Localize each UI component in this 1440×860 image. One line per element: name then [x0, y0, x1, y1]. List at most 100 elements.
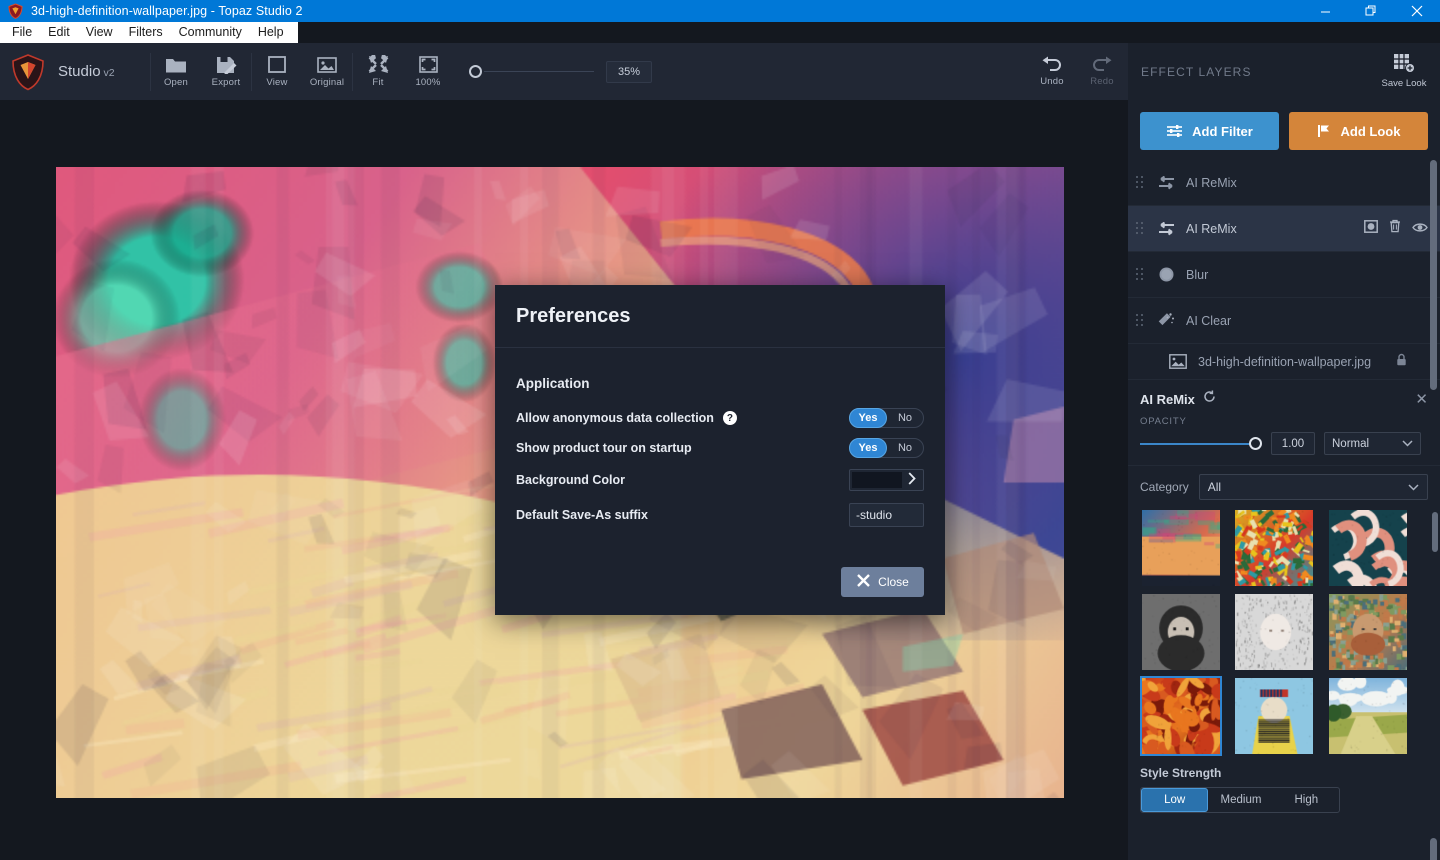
lock-icon[interactable]	[1396, 353, 1407, 371]
style-thumbnail-portrait-man-bw[interactable]	[1140, 592, 1222, 672]
pref-row-background-color: Background Color	[516, 463, 924, 497]
menu-item-edit[interactable]: Edit	[40, 22, 78, 43]
view-label: View	[266, 77, 287, 88]
opacity-control: OPACITY 1.00 Normal	[1128, 414, 1440, 465]
category-select[interactable]: All	[1199, 474, 1428, 500]
layer-name: AI ReMix	[1186, 222, 1237, 236]
style-thumbnail-portrait-woman-sketch[interactable]	[1233, 592, 1315, 672]
zoom-slider-handle[interactable]	[469, 65, 482, 78]
style-strength-low[interactable]: Low	[1141, 788, 1208, 812]
delete-icon[interactable]	[1389, 219, 1401, 238]
drag-handle-icon[interactable]	[1136, 176, 1144, 190]
zoom-value[interactable]: 35%	[606, 61, 652, 83]
toggle-no[interactable]: No	[887, 439, 923, 457]
preferences-section-heading: Application	[516, 376, 924, 391]
close-x-icon	[856, 573, 871, 591]
view-button[interactable]: View	[252, 43, 302, 100]
style-thumbnail-autumn-leaves[interactable]	[1140, 676, 1222, 756]
menu-item-file[interactable]: File	[4, 22, 40, 43]
blend-mode-select[interactable]: Normal	[1324, 432, 1421, 455]
layer-row-ai-remix-1[interactable]: AI ReMix	[1128, 160, 1440, 206]
opacity-label: OPACITY	[1140, 416, 1428, 427]
help-icon[interactable]: ?	[723, 411, 737, 425]
anonymous-data-toggle[interactable]: Yes No	[849, 408, 924, 428]
toggle-yes[interactable]: Yes	[849, 438, 887, 458]
add-filter-button[interactable]: Add Filter	[1140, 112, 1279, 150]
layer-row-blur[interactable]: Blur	[1128, 252, 1440, 298]
pref-label: Show product tour on startup	[516, 441, 692, 455]
opacity-slider[interactable]	[1140, 436, 1262, 452]
menu-item-view[interactable]: View	[78, 22, 121, 43]
brand-version: v2	[104, 67, 115, 79]
style-thumbnail-portrait-bearded-mosaic[interactable]	[1327, 592, 1409, 672]
panel-scrollbar-upper[interactable]	[1430, 160, 1437, 390]
minimize-icon[interactable]	[1302, 0, 1348, 22]
style-thumbnail-autumn-impasto[interactable]	[1233, 508, 1315, 588]
yes-no-toggle[interactable]: Yes No	[849, 438, 924, 458]
style-thumbnail-area	[1128, 508, 1440, 756]
layer-name: AI ReMix	[1186, 176, 1237, 190]
redo-button[interactable]: Redo	[1077, 43, 1127, 100]
mask-icon[interactable]	[1364, 220, 1378, 238]
style-thumbnail-sunset-sky[interactable]	[1140, 508, 1222, 588]
open-button[interactable]: Open	[151, 43, 201, 100]
opacity-slider-handle[interactable]	[1249, 437, 1262, 450]
visibility-eye-icon[interactable]	[1412, 220, 1428, 238]
style-strength-medium[interactable]: Medium	[1208, 788, 1273, 812]
fit-label: Fit	[372, 77, 383, 88]
effect-settings-header: AI ReMix ✕	[1128, 384, 1440, 414]
pref-label: Background Color	[516, 473, 625, 487]
fit-button[interactable]: Fit	[353, 43, 403, 100]
toggle-yes[interactable]: Yes	[849, 408, 887, 428]
menubar-items: File Edit View Filters Community Help	[0, 22, 298, 43]
panel-scrollbar-lower[interactable]	[1430, 838, 1437, 860]
pref-row-anonymous-data: Allow anonymous data collection ? Yes No	[516, 403, 924, 433]
layer-row-ai-remix-2[interactable]: AI ReMix	[1128, 206, 1440, 252]
zoom-slider-track[interactable]	[484, 71, 594, 72]
undo-button[interactable]: Undo	[1027, 43, 1077, 100]
menu-item-help[interactable]: Help	[250, 22, 292, 43]
save-look-grid-icon	[1392, 52, 1416, 75]
product-tour-toggle[interactable]: Yes No	[849, 438, 924, 458]
yes-no-toggle[interactable]: Yes No	[849, 408, 924, 428]
style-thumbnail-coral-tangle[interactable]	[1327, 508, 1409, 588]
source-image-row[interactable]: 3d-high-definition-wallpaper.jpg	[1128, 344, 1440, 380]
drag-handle-icon[interactable]	[1136, 314, 1144, 328]
save-look-button[interactable]: Save Look	[1376, 52, 1432, 89]
zoom-slider-group[interactable]: 35%	[453, 43, 652, 100]
original-label: Original	[310, 77, 344, 88]
remix-arrows-icon	[1152, 176, 1180, 190]
drag-handle-icon[interactable]	[1136, 222, 1144, 236]
save-suffix-control[interactable]: -studio	[849, 503, 924, 527]
thumbnail-scrollbar[interactable]	[1432, 512, 1438, 552]
export-button[interactable]: Export	[201, 43, 251, 100]
drag-handle-icon[interactable]	[1136, 268, 1144, 282]
chevron-right-icon[interactable]	[908, 472, 916, 488]
style-thumbnail-pop-art-figure[interactable]	[1233, 676, 1315, 756]
add-look-button[interactable]: Add Look	[1289, 112, 1428, 150]
original-button[interactable]: Original	[302, 43, 352, 100]
toggle-no[interactable]: No	[887, 409, 923, 427]
close-effect-panel-icon[interactable]: ✕	[1415, 390, 1428, 408]
style-thumbnail-country-road[interactable]	[1327, 676, 1409, 756]
opacity-value[interactable]: 1.00	[1271, 432, 1315, 455]
brand-name-text: Studio	[58, 63, 101, 80]
color-swatch[interactable]	[852, 472, 902, 488]
layer-row-ai-clear[interactable]: AI Clear	[1128, 298, 1440, 344]
reset-icon[interactable]	[1203, 390, 1216, 408]
style-strength-control: Style Strength Low Medium High	[1128, 756, 1440, 813]
color-picker[interactable]	[849, 469, 924, 491]
layer-name: AI Clear	[1186, 314, 1231, 328]
save-suffix-input[interactable]: -studio	[849, 503, 924, 527]
preferences-title: Preferences	[516, 305, 631, 328]
close-preferences-button[interactable]: Close	[841, 567, 924, 597]
preferences-title-bar: Preferences	[495, 285, 945, 348]
menu-item-community[interactable]: Community	[171, 22, 250, 43]
restore-icon[interactable]	[1348, 0, 1394, 22]
close-icon[interactable]	[1394, 0, 1440, 22]
pref-row-save-suffix: Default Save-As suffix -studio	[516, 497, 924, 533]
background-color-control[interactable]	[849, 469, 924, 491]
style-strength-high[interactable]: High	[1274, 788, 1339, 812]
zoom-100-button[interactable]: 100%	[403, 43, 453, 100]
menu-item-filters[interactable]: Filters	[121, 22, 171, 43]
